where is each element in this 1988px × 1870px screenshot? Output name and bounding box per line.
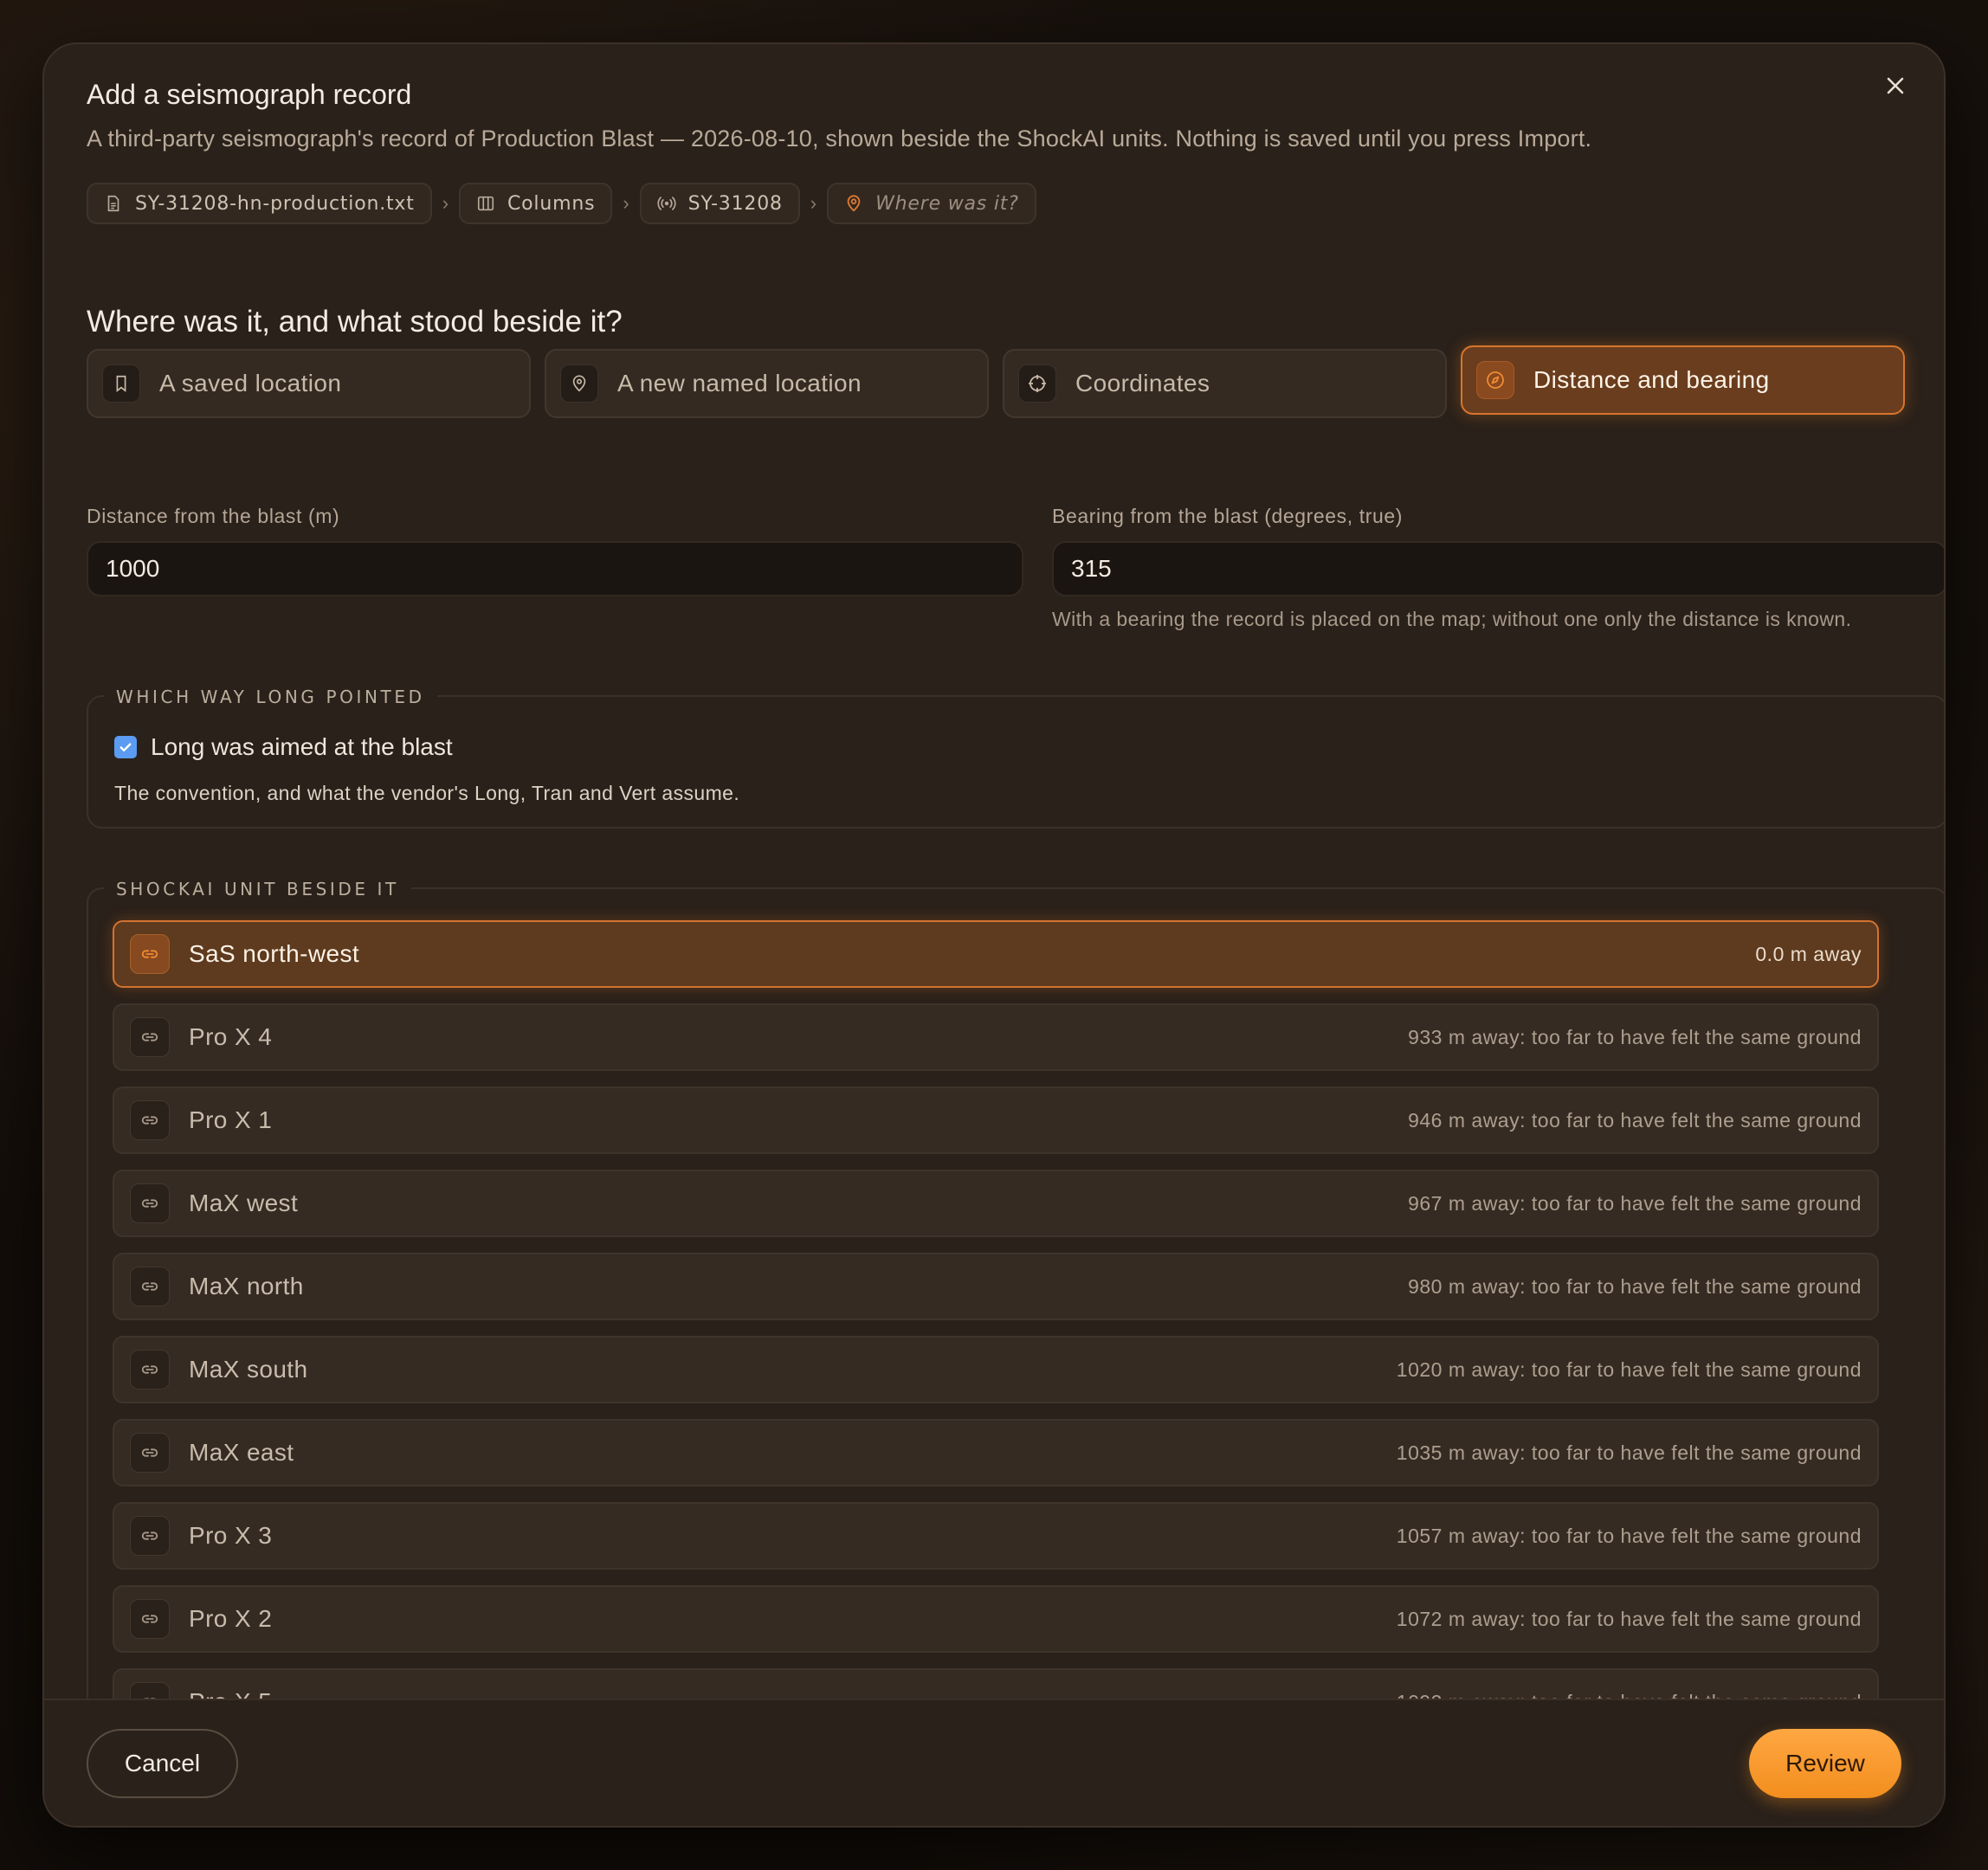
breadcrumb-label: Where was it? <box>875 192 1019 215</box>
cancel-button[interactable]: Cancel <box>87 1729 238 1798</box>
link-icon <box>130 1516 170 1556</box>
section-title: Where was it, and what stood beside it? <box>87 305 623 339</box>
tab-new-named-location[interactable]: A new named location <box>545 349 989 418</box>
link-icon <box>130 1433 170 1473</box>
unit-option[interactable]: Pro X 1 946 m away: too far to have felt … <box>113 1087 1879 1154</box>
unit-distance: 1020 m away: too far to have felt the sa… <box>1396 1357 1862 1381</box>
shockai-unit-fieldset: SHOCKAI UNIT BESIDE IT SaS north-west 0.0… <box>87 879 1944 1826</box>
unit-name: MaX south <box>189 1356 308 1383</box>
close-icon <box>1887 77 1904 94</box>
orientation-legend: WHICH WAY LONG POINTED <box>104 687 437 707</box>
unit-distance: 1035 m away: too far to have felt the sa… <box>1396 1441 1862 1464</box>
breadcrumb-separator: › <box>442 192 449 214</box>
tab-label: Distance and bearing <box>1533 366 1770 393</box>
breadcrumb-label: Columns <box>507 192 596 215</box>
unit-option[interactable]: MaX south 1020 m away: too far to have fe… <box>113 1336 1879 1403</box>
dialog-subtitle: A third-party seismograph's record of Pr… <box>87 126 1592 152</box>
distance-input[interactable]: 1000 <box>87 541 1023 596</box>
shockai-unit-list: SaS north-west 0.0 m away Pro X 4 933 m awa… <box>113 920 1879 1751</box>
link-icon <box>130 1017 170 1057</box>
link-icon <box>130 1350 170 1390</box>
tab-saved-location[interactable]: A saved location <box>87 349 531 418</box>
bookmark-icon <box>102 364 140 403</box>
distance-value: 1000 <box>106 555 160 582</box>
unit-name: MaX west <box>189 1190 299 1216</box>
bearing-input[interactable]: 315 <box>1052 541 1944 596</box>
link-icon <box>130 1100 170 1140</box>
unit-name: SaS north-west <box>189 940 360 967</box>
breadcrumb-columns[interactable]: Columns <box>459 183 613 224</box>
unit-name: Pro X 1 <box>189 1106 273 1133</box>
unit-option[interactable]: Pro X 3 1057 m away: too far to have felt… <box>113 1502 1879 1570</box>
checkbox-label: Long was aimed at the blast <box>151 733 453 760</box>
unit-name: Pro X 4 <box>189 1023 273 1050</box>
orientation-fieldset: WHICH WAY LONG POINTED Long was aimed at… <box>87 687 1944 829</box>
long-aimed-checkbox-row[interactable]: Long was aimed at the blast <box>114 733 453 761</box>
map-pin-icon <box>560 364 598 403</box>
tab-distance-and-bearing[interactable]: Distance and bearing <box>1461 345 1905 415</box>
unit-distance: 946 m away: too far to have felt the sam… <box>1408 1108 1862 1132</box>
orientation-description: The convention, and what the vendor's Lo… <box>114 782 740 804</box>
unit-option[interactable]: MaX north 980 m away: too far to have fel… <box>113 1253 1879 1320</box>
link-icon <box>130 1267 170 1306</box>
breadcrumb-label: SY-31208-hn-production.txt <box>135 192 415 215</box>
tab-label: Coordinates <box>1075 370 1210 397</box>
unit-option[interactable]: Pro X 2 1072 m away: too far to have felt… <box>113 1585 1879 1653</box>
unit-distance: 1072 m away: too far to have felt the sa… <box>1396 1607 1862 1630</box>
unit-distance: 933 m away: too far to have felt the sam… <box>1408 1025 1862 1048</box>
unit-name: MaX north <box>189 1273 304 1299</box>
add-seismograph-dialog: Add a seismograph record A third-party s… <box>42 42 1946 1828</box>
review-button[interactable]: Review <box>1749 1729 1901 1798</box>
link-icon <box>130 934 170 974</box>
units-legend: SHOCKAI UNIT BESIDE IT <box>104 879 411 900</box>
columns-icon <box>477 196 494 211</box>
unit-option[interactable]: Pro X 4 933 m away: too far to have felt … <box>113 1003 1879 1071</box>
breadcrumb-label: SY-31208 <box>687 192 783 215</box>
unit-option[interactable]: SaS north-west 0.0 m away <box>113 920 1879 988</box>
breadcrumb-separator: › <box>810 192 817 214</box>
breadcrumb-current-step: Where was it? <box>827 183 1036 224</box>
broadcast-icon <box>657 197 676 210</box>
breadcrumb-separator: › <box>623 192 629 214</box>
tab-label: A saved location <box>159 370 342 397</box>
checkmark-icon <box>119 743 132 751</box>
unit-distance: 980 m away: too far to have felt the sam… <box>1408 1274 1862 1298</box>
close-button[interactable] <box>1876 67 1914 105</box>
distance-label: Distance from the blast (m) <box>87 505 340 527</box>
unit-distance: 1057 m away: too far to have felt the sa… <box>1396 1524 1862 1547</box>
file-icon <box>107 195 119 212</box>
compass-icon <box>1476 361 1514 399</box>
bearing-label: Bearing from the blast (degrees, true) <box>1052 505 1404 527</box>
breadcrumb: SY-31208-hn-production.txt › Columns › S… <box>87 183 1036 224</box>
tab-label: A new named location <box>617 370 862 397</box>
link-icon <box>130 1183 170 1223</box>
unit-distance: 0.0 m away <box>1755 942 1862 965</box>
location-method-tabs: A saved location A new named location Co… <box>87 345 1905 418</box>
unit-name: Pro X 3 <box>189 1522 273 1549</box>
unit-option[interactable]: MaX east 1035 m away: too far to have fel… <box>113 1419 1879 1486</box>
tab-coordinates[interactable]: Coordinates <box>1003 349 1447 418</box>
bearing-hint: With a bearing the record is placed on t… <box>1052 608 1852 630</box>
breadcrumb-file[interactable]: SY-31208-hn-production.txt <box>87 183 432 224</box>
map-pin-icon <box>847 195 861 212</box>
unit-name: Pro X 2 <box>189 1605 273 1632</box>
unit-option[interactable]: MaX west 967 m away: too far to have felt… <box>113 1170 1879 1237</box>
long-aimed-checkbox[interactable] <box>114 736 137 758</box>
unit-distance: 967 m away: too far to have felt the sam… <box>1408 1191 1862 1215</box>
bearing-value: 315 <box>1071 555 1112 582</box>
breadcrumb-device[interactable]: SY-31208 <box>639 183 800 224</box>
link-icon <box>130 1599 170 1639</box>
crosshair-icon <box>1018 364 1056 403</box>
dialog-title: Add a seismograph record <box>87 79 412 110</box>
dialog-footer: Cancel Review <box>44 1699 1944 1826</box>
unit-name: MaX east <box>189 1439 294 1466</box>
